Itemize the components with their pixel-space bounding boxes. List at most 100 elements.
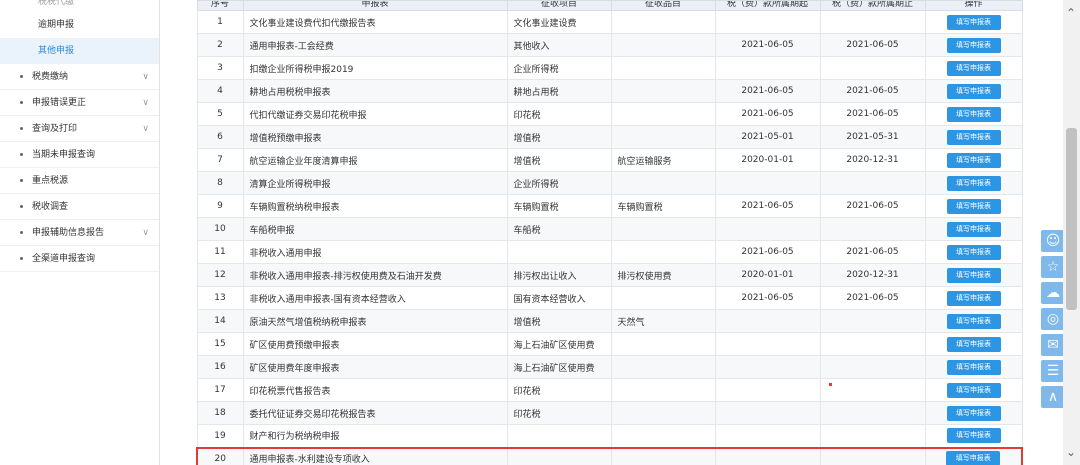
table-row: 20 通用申报表-水利建设专项收入 填写申报表 (196, 446, 1023, 465)
row-action: 填写申报表 (924, 263, 1023, 287)
sidebar-item-4[interactable]: 重点税源 (0, 168, 159, 194)
sidebar-item-1[interactable]: 申报错误更正 ∨ (0, 90, 159, 116)
row-form-name: 增值税预缴申报表 (242, 125, 508, 149)
row-form-name: 通用申报表-水利建设专项收入 (242, 446, 508, 465)
row-tax-item: 耕地占用税 (506, 79, 612, 103)
chevron-down-icon[interactable]: ∨ (142, 220, 149, 246)
sidebar-sub-item-other[interactable]: 其他申报 (0, 38, 159, 64)
row-tax-item: 企业所得税 (506, 56, 612, 80)
row-tax-sub-item: 航空运输服务 (610, 148, 716, 172)
fill-form-button[interactable]: 填写申报表 (946, 37, 1001, 53)
row-action: 填写申报表 (924, 378, 1023, 402)
row-action: 填写申报表 (924, 102, 1023, 126)
row-index: 18 (196, 401, 244, 425)
row-index: 4 (196, 79, 244, 103)
scroll-down-icon[interactable]: ⌄ (1066, 445, 1076, 459)
fill-form-button[interactable]: 填写申报表 (946, 83, 1001, 99)
chat-icon[interactable]: ☁ (1041, 282, 1065, 304)
fill-form-button[interactable]: 填写申报表 (946, 175, 1001, 191)
row-tax-sub-item (610, 446, 716, 465)
bullet-icon (20, 231, 23, 234)
sidebar: 税税代缴 逾期申报 其他申报 税费缴纳 ∨ 申报错误更正 ∨ 查询及打印 ∨ 当期未申报查询… (0, 0, 160, 465)
fill-form-button[interactable]: 填写申报表 (946, 313, 1001, 329)
vertical-scrollbar[interactable]: ⌃ ⌄ (1063, 0, 1080, 465)
table-row: 16 矿区使用费年度申报表 海上石油矿区使用费 填写申报表 (196, 355, 1023, 379)
row-form-name: 扣缴企业所得税申报2019 (242, 56, 508, 80)
row-period-start (714, 355, 821, 379)
sidebar-item-3[interactable]: 当期未申报查询 (0, 142, 159, 168)
row-action: 填写申报表 (924, 194, 1023, 218)
header-form: 申报表 (242, 0, 508, 11)
fill-form-button[interactable]: 填写申报表 (946, 451, 1001, 465)
sidebar-item-5[interactable]: 税收调查 (0, 194, 159, 220)
sidebar-item-0[interactable]: 税费缴纳 ∨ (0, 64, 159, 90)
row-tax-item: 印花税 (506, 401, 612, 425)
row-period-start: 2021-05-01 (714, 125, 821, 149)
sidebar-item-2[interactable]: 查询及打印 ∨ (0, 116, 159, 142)
row-action: 填写申报表 (924, 309, 1023, 333)
header-tax-item: 征收项目 (506, 0, 612, 11)
sidebar-sub-item-partial[interactable]: 税税代缴 (0, 0, 159, 12)
weibo-icon[interactable]: ◎ (1041, 308, 1065, 330)
row-period-start (714, 378, 821, 402)
fill-form-button[interactable]: 填写申报表 (946, 152, 1001, 168)
row-tax-item: 其他收入 (506, 33, 612, 57)
row-tax-item (506, 446, 612, 465)
chevron-down-icon[interactable]: ∨ (142, 90, 149, 116)
fill-form-button[interactable]: 填写申报表 (946, 290, 1001, 306)
row-tax-sub-item (610, 56, 716, 80)
fill-form-button[interactable]: 填写申报表 (946, 198, 1001, 214)
fill-form-button[interactable]: 填写申报表 (946, 129, 1001, 145)
row-action: 填写申报表 (924, 355, 1023, 379)
row-action: 填写申报表 (924, 10, 1023, 34)
row-action: 填写申报表 (924, 79, 1023, 103)
row-tax-item (506, 424, 612, 448)
table-row: 3 扣缴企业所得税申报2019 企业所得税 填写申报表 (196, 56, 1023, 80)
chevron-down-icon[interactable]: ∨ (142, 116, 149, 142)
message-icon[interactable]: ✉ (1041, 334, 1065, 356)
row-period-end: 2021-06-05 (819, 286, 926, 310)
fill-form-button[interactable]: 填写申报表 (946, 106, 1001, 122)
back-to-top-icon[interactable]: ∧ (1041, 386, 1065, 408)
row-period-start: 2020-01-01 (714, 263, 821, 287)
fill-form-button[interactable]: 填写申报表 (946, 267, 1001, 283)
star-icon[interactable]: ☆ (1041, 256, 1065, 278)
row-form-name: 矿区使用费预缴申报表 (242, 332, 508, 356)
chevron-down-icon[interactable]: ∨ (142, 64, 149, 90)
table-row: 5 代扣代缴证券交易印花税申报 印花税 2021-06-05 2021-06-05 填写申… (196, 102, 1023, 126)
header-period-start: 税（费）款所属期起 (714, 0, 821, 11)
row-tax-sub-item (610, 424, 716, 448)
fill-form-button[interactable]: 填写申报表 (946, 405, 1001, 421)
fill-form-button[interactable]: 填写申报表 (946, 336, 1001, 352)
row-action: 填写申报表 (924, 424, 1023, 448)
row-index: 10 (196, 217, 244, 241)
row-form-name: 原油天然气增值税纳税申报表 (242, 309, 508, 333)
fill-form-button[interactable]: 填写申报表 (946, 60, 1001, 76)
row-tax-item: 国有资本经营收入 (506, 286, 612, 310)
table-row: 12 非税收入通用申报表-排污权使用费及石油开发费 排污权出让收入 排污权使用费 202… (196, 263, 1023, 287)
row-tax-sub-item (610, 240, 716, 264)
row-tax-item: 排污权出让收入 (506, 263, 612, 287)
row-period-end (819, 446, 926, 465)
row-action: 填写申报表 (924, 56, 1023, 80)
scroll-up-icon[interactable]: ⌃ (1066, 6, 1076, 20)
scroll-thumb[interactable] (1066, 128, 1077, 310)
fill-form-button[interactable]: 填写申报表 (946, 221, 1001, 237)
sidebar-item-label: 税费缴纳 (32, 72, 69, 82)
row-action: 填写申报表 (924, 240, 1023, 264)
user-icon[interactable]: ☺ (1041, 230, 1065, 252)
fill-form-button[interactable]: 填写申报表 (946, 359, 1001, 375)
document-icon[interactable]: ☰ (1041, 360, 1065, 382)
sidebar-item-6[interactable]: 申报辅助信息报告 ∨ (0, 220, 159, 246)
sidebar-item-label: 税收调查 (32, 202, 69, 212)
sidebar-sub-item-overdue[interactable]: 逾期申报 (0, 12, 159, 38)
fill-form-button[interactable]: 填写申报表 (946, 428, 1001, 444)
row-form-name: 文化事业建设费代扣代缴报告表 (242, 10, 508, 34)
row-tax-sub-item: 天然气 (610, 309, 716, 333)
fill-form-button[interactable]: 填写申报表 (946, 382, 1001, 398)
row-period-end (819, 10, 926, 34)
fill-form-button[interactable]: 填写申报表 (946, 14, 1001, 30)
fill-form-button[interactable]: 填写申报表 (946, 244, 1001, 260)
sidebar-item-7[interactable]: 全渠道申报查询 (0, 246, 159, 272)
bullet-icon (20, 127, 23, 130)
